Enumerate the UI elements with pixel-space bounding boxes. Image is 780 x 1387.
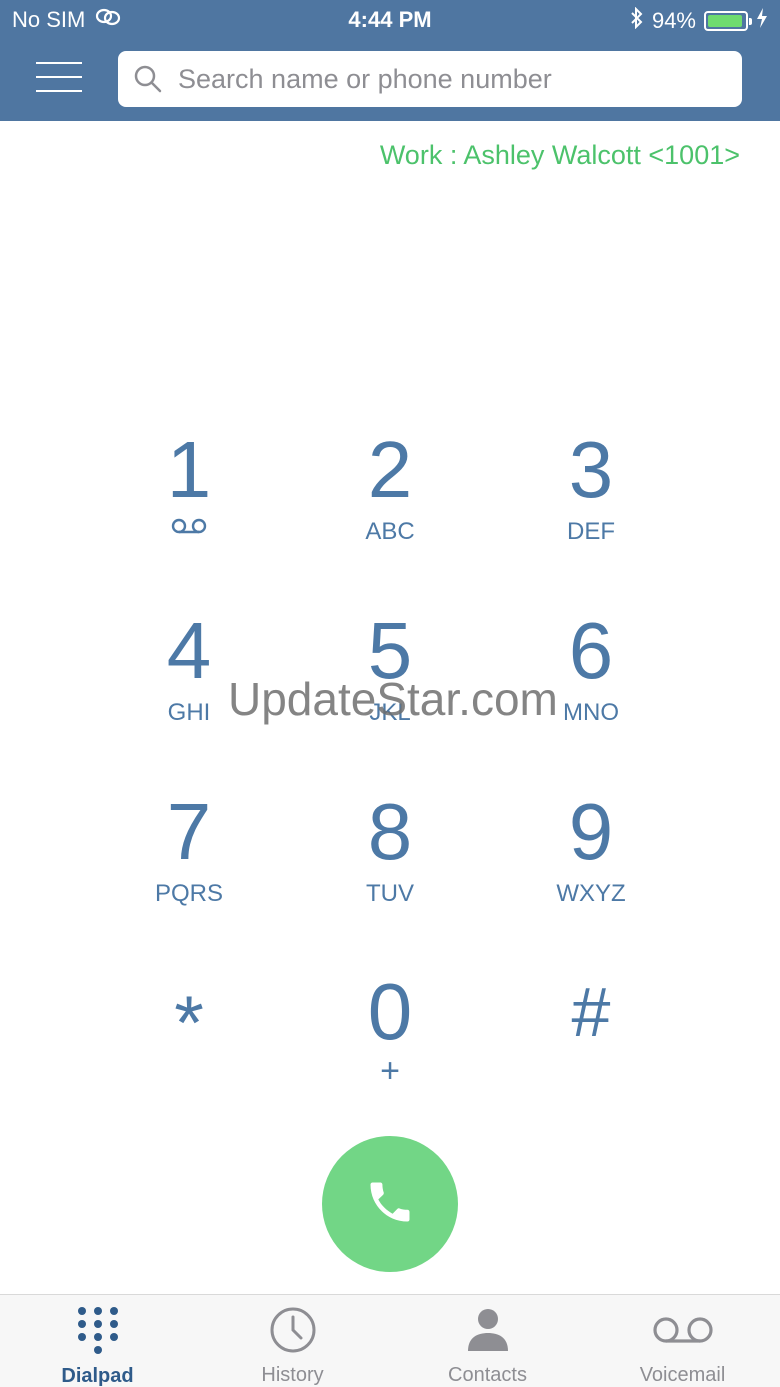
top-bar: No SIM 4:44 PM 94% xyxy=(0,0,780,121)
dialpad-icon xyxy=(76,1305,120,1355)
tab-voicemail[interactable]: Voicemail xyxy=(585,1295,780,1387)
key-digit: 8 xyxy=(367,787,413,876)
menu-line xyxy=(36,76,82,78)
voicemail-icon xyxy=(109,516,269,541)
key-digit: 3 xyxy=(568,425,614,514)
menu-line xyxy=(36,62,82,64)
key-digit: 7 xyxy=(166,787,212,876)
key-letters: + xyxy=(380,1052,400,1090)
search-input[interactable] xyxy=(178,63,718,95)
key-digit: 1 xyxy=(166,425,212,514)
person-icon xyxy=(466,1305,510,1354)
key-0[interactable]: 0 + xyxy=(310,972,470,1112)
watermark: UpdateStar.com xyxy=(228,673,558,725)
tab-history[interactable]: History xyxy=(195,1295,390,1387)
key-digit: # xyxy=(571,973,611,1051)
tab-label: Dialpad xyxy=(61,1365,134,1387)
tab-label: Contacts xyxy=(448,1364,527,1386)
menu-button[interactable] xyxy=(36,60,84,96)
key-3[interactable]: 3 DEF xyxy=(511,430,671,570)
status-bar: No SIM 4:44 PM 94% xyxy=(0,0,780,40)
key-1[interactable]: 1 xyxy=(109,430,269,570)
key-8[interactable]: 8 TUV xyxy=(310,792,470,932)
account-label[interactable]: Work : Ashley Walcott <1001> xyxy=(380,140,740,171)
call-button[interactable] xyxy=(322,1136,458,1272)
key-digit: * xyxy=(174,981,204,1066)
clock-icon xyxy=(269,1305,317,1354)
menu-line xyxy=(36,90,82,92)
key-digit: 2 xyxy=(367,425,413,514)
search-bar[interactable] xyxy=(118,51,742,107)
bluetooth-icon xyxy=(630,6,644,35)
phone-icon xyxy=(364,1176,416,1233)
key-letters: WXYZ xyxy=(556,880,626,907)
tab-label: History xyxy=(261,1364,324,1386)
voicemail-icon xyxy=(652,1305,714,1354)
search-icon xyxy=(118,64,178,94)
battery-fill xyxy=(708,15,742,27)
key-letters: TUV xyxy=(366,880,414,907)
key-letters: PQRS xyxy=(154,880,223,907)
key-star[interactable]: * xyxy=(109,978,269,1118)
charging-icon xyxy=(756,8,768,34)
key-hash[interactable]: # xyxy=(511,972,671,1112)
key-7[interactable]: 7 PQRS xyxy=(109,792,269,932)
battery-percent: 94% xyxy=(651,8,696,33)
battery-icon xyxy=(704,11,752,31)
key-2[interactable]: 2 ABC xyxy=(310,430,470,570)
key-digit: 9 xyxy=(568,787,614,876)
key-letters: DEF xyxy=(567,518,615,545)
tab-contacts[interactable]: Contacts xyxy=(390,1295,585,1387)
tab-dialpad[interactable]: Dialpad xyxy=(0,1295,195,1387)
key-9[interactable]: 9 WXYZ xyxy=(511,792,671,932)
key-letters: ABC xyxy=(365,518,415,545)
tab-bar: Dialpad History Contacts Voicemail xyxy=(0,1294,780,1387)
tab-label: Voicemail xyxy=(639,1364,726,1386)
key-digit: 0 xyxy=(367,967,413,1056)
